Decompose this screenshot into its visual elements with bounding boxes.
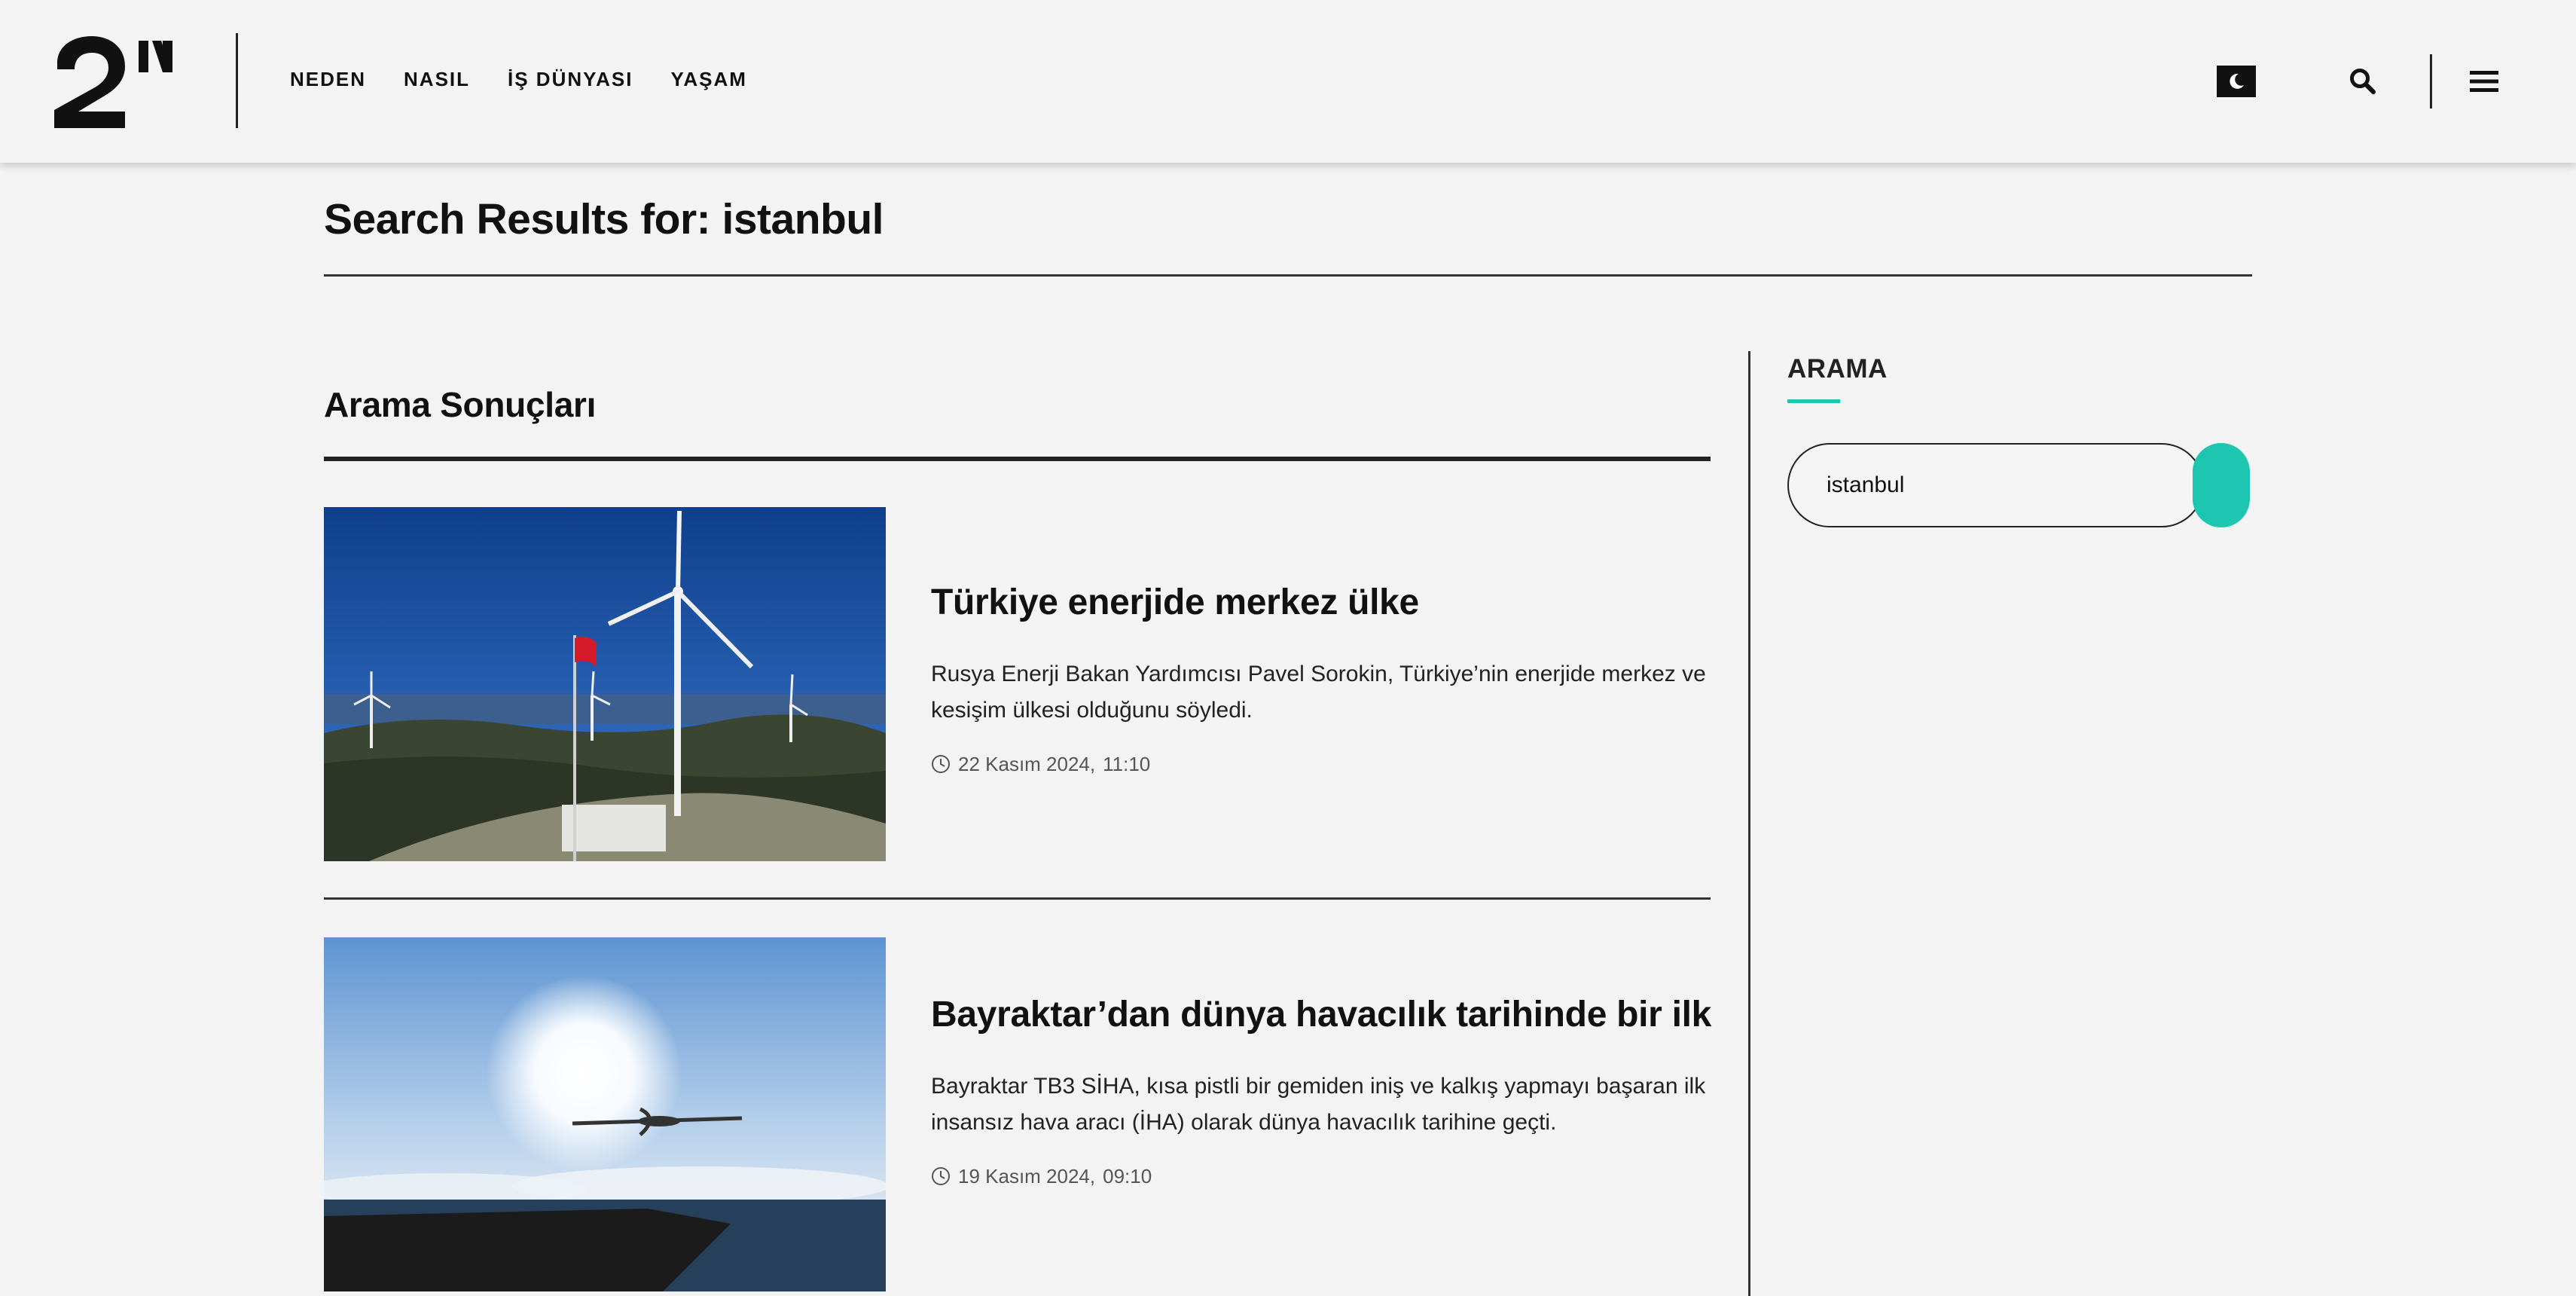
- article-title[interactable]: Bayraktar’dan dünya havacılık tarihinde …: [931, 995, 1714, 1035]
- article-excerpt: Rusya Enerji Bakan Yardımcısı Pavel Soro…: [931, 661, 1706, 723]
- article-meta: 22 Kasım 2024, 11:10: [931, 753, 1714, 776]
- moon-icon: [2230, 73, 2244, 89]
- nav-item-nasil[interactable]: NASIL: [404, 68, 470, 91]
- article-date: 19 Kasım 2024,: [958, 1164, 1096, 1187]
- article-thumbnail[interactable]: [324, 507, 886, 861]
- main-nav: NEDEN NASIL İŞ DÜNYASI YAŞAM: [290, 68, 747, 91]
- article-excerpt: Bayraktar TB3 SİHA, kısa pistli bir gemi…: [931, 1073, 1706, 1135]
- sidebar-title-underline: [1787, 399, 1840, 403]
- page-title: Search Results for: istanbul: [324, 195, 884, 243]
- article-date: 22 Kasım 2024,: [958, 752, 1096, 775]
- sidebar-title: ARAMA: [1787, 354, 1888, 384]
- article-meta: 19 Kasım 2024, 09:10: [931, 1165, 1714, 1188]
- menu-icon[interactable]: [2469, 68, 2499, 95]
- clock-icon: [932, 755, 950, 774]
- nav-item-yasam[interactable]: YAŞAM: [670, 68, 747, 91]
- site-logo[interactable]: [51, 35, 173, 130]
- section-divider: [324, 457, 1711, 461]
- nav-item-neden[interactable]: NEDEN: [290, 68, 366, 91]
- article-time: 09:10: [1103, 1164, 1152, 1187]
- article-thumbnail[interactable]: [324, 937, 886, 1291]
- column-divider: [1748, 351, 1750, 1296]
- article-divider: [324, 897, 1711, 900]
- header-divider: [2430, 54, 2432, 109]
- search-icon[interactable]: [2349, 67, 2377, 96]
- nav-item-is-dunyasi[interactable]: İŞ DÜNYASI: [508, 68, 633, 91]
- section-title: Arama Sonuçları: [324, 385, 597, 424]
- site-header: NEDEN NASIL İŞ DÜNYASI YAŞAM: [0, 0, 2576, 163]
- title-divider: [324, 274, 2252, 277]
- clock-icon: [932, 1167, 950, 1186]
- logo-divider: [236, 33, 238, 128]
- search-input[interactable]: [1787, 443, 2204, 527]
- dark-mode-toggle[interactable]: [2217, 66, 2256, 97]
- search-submit-button[interactable]: [2193, 443, 2250, 527]
- article-title[interactable]: Türkiye enerjide merkez ülke: [931, 582, 1714, 623]
- article-time: 11:10: [1103, 752, 1151, 775]
